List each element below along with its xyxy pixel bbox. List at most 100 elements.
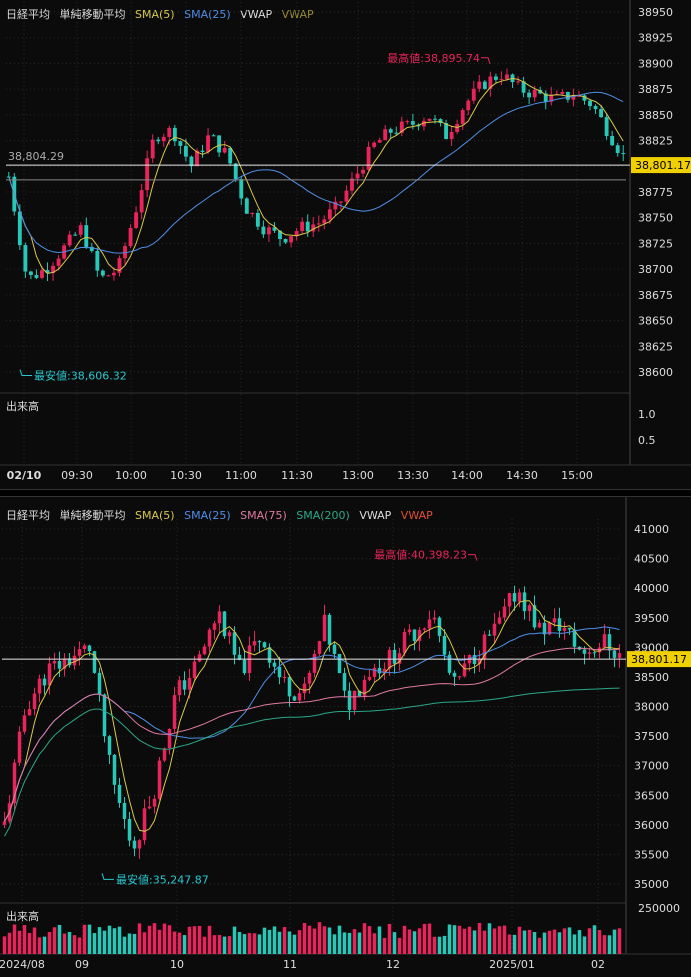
volume-bar [527, 929, 532, 954]
volume-bar [442, 935, 447, 954]
volume-bar [352, 929, 357, 954]
candle-body [444, 123, 449, 140]
candle-body [232, 632, 237, 655]
volume-bar [242, 934, 247, 954]
candle-body [112, 272, 116, 276]
volume-bar [292, 934, 297, 954]
y-tick-label: 38500 [634, 671, 669, 684]
candle-body [73, 234, 78, 236]
candle-body [452, 672, 457, 677]
y-tick-label: 38950 [638, 6, 673, 19]
y-tick-label: 38900 [638, 57, 673, 70]
volume-bar [462, 928, 467, 954]
candle-body [337, 653, 342, 674]
y-tick-label: 38625 [638, 340, 673, 353]
candle-body [394, 132, 399, 134]
candle-body [227, 632, 232, 637]
volume-bar [327, 927, 332, 954]
volume-bar [367, 926, 372, 954]
candle-body [222, 611, 227, 637]
candle-body [457, 676, 462, 678]
candle-body [42, 678, 47, 686]
candle-body [502, 606, 507, 618]
candle-body [392, 649, 397, 664]
candle-body [167, 728, 172, 749]
candle-body [621, 153, 626, 155]
candle-body [352, 690, 357, 710]
volume-bar [387, 923, 392, 954]
volume-bar [567, 927, 572, 954]
y-tick-label: 39500 [634, 612, 669, 625]
candle-body [72, 655, 77, 666]
volume-bar [277, 931, 282, 954]
volume-bar [52, 927, 57, 954]
candle-body [197, 654, 202, 662]
candle-body [505, 74, 509, 79]
y-tick-label: 38875 [638, 83, 673, 96]
candle-body [127, 818, 132, 841]
candle-body [222, 147, 227, 153]
candle-body [207, 629, 212, 647]
volume-bar [172, 931, 177, 954]
candle-body [34, 274, 39, 278]
y-tick-label: 38850 [638, 109, 673, 122]
y-tick-label: 38750 [638, 212, 673, 225]
volume-bar [162, 923, 167, 954]
low-marker [101, 873, 114, 880]
volume-bar [437, 936, 442, 954]
candle-body [67, 234, 72, 246]
volume-bar [27, 932, 32, 954]
volume-bar [137, 923, 142, 954]
x-tick-label: 2025/01 [489, 958, 535, 971]
candle-body [217, 135, 222, 153]
y-tick-label: 38675 [638, 289, 673, 302]
volume-bar [512, 934, 517, 954]
volume-bar [597, 930, 602, 954]
candle-body [87, 645, 92, 652]
volume-bar [522, 930, 527, 954]
volume-bar [502, 925, 507, 954]
x-tick-label: 11:30 [281, 469, 313, 482]
candle-body [332, 644, 337, 654]
x-tick-label: 14:00 [451, 469, 483, 482]
candle-body [602, 634, 607, 648]
volume-bar [62, 933, 67, 954]
panel-separator[interactable] [0, 489, 691, 497]
candle-body [532, 89, 537, 98]
candle-body [200, 150, 205, 152]
volume-bar [457, 925, 462, 954]
volume-bar [307, 925, 312, 954]
volume-bar [617, 928, 622, 954]
volume-bar [547, 930, 552, 954]
volume-tick-label: 0.5 [638, 434, 656, 447]
volume-bar [572, 934, 577, 954]
volume-bar [322, 926, 327, 954]
candle-body [172, 695, 177, 729]
volume-bar [102, 930, 107, 954]
candle-body [112, 754, 117, 785]
candle-body [312, 653, 317, 673]
volume-bar [227, 936, 232, 954]
candle-body [137, 840, 142, 849]
candle-body [217, 611, 222, 624]
volume-bar [67, 931, 72, 954]
intraday-chart-svg: 3895038925389003887538850388253880038775… [0, 0, 691, 482]
x-tick-label: 10:30 [170, 469, 202, 482]
x-tick-label: 11 [283, 958, 297, 971]
candle-body [145, 158, 150, 191]
candle-body [338, 201, 343, 203]
high-label: 最高値:40,398.23 [374, 548, 467, 562]
candle-body [244, 198, 249, 214]
volume-bar [492, 928, 497, 954]
candle-body [267, 647, 272, 663]
candle-body [432, 617, 437, 620]
volume-bar [267, 929, 272, 954]
moving-average-line [8, 77, 624, 275]
volume-bar [422, 923, 427, 954]
candle-body [366, 146, 371, 170]
candle-body [178, 141, 183, 146]
candle-body [471, 88, 476, 101]
candle-body [327, 209, 332, 220]
candle-body [537, 622, 542, 628]
volume-bar [582, 936, 587, 954]
